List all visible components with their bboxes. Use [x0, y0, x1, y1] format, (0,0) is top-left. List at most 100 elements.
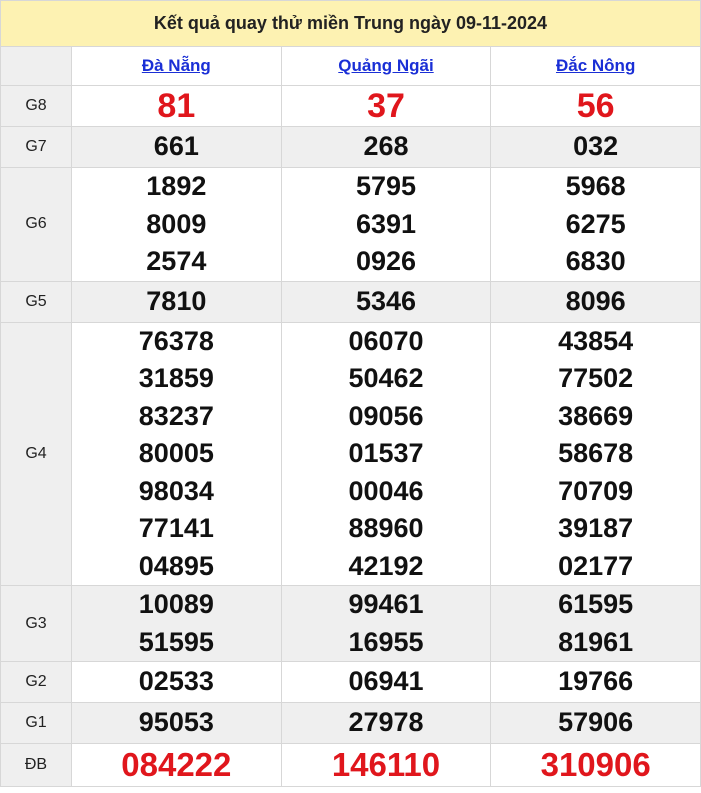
- prize-number: 57906: [558, 707, 634, 738]
- prize-row-g4: G4 76378 31859 83237 80005 98034 77141 0…: [0, 321, 701, 586]
- prize-cell: 310906: [490, 743, 701, 787]
- prize-label: G1: [0, 702, 72, 744]
- prize-number: 268: [363, 131, 409, 162]
- prize-cell: 084222: [71, 743, 282, 787]
- prize-number: 04895: [138, 550, 214, 581]
- prize-number: 37: [367, 87, 405, 125]
- prize-cell: 99461 16955: [280, 585, 492, 662]
- prize-number: 6830: [565, 246, 626, 276]
- prize-cell: 56: [490, 85, 701, 127]
- prize-number: 39187: [558, 513, 634, 543]
- prize-label: G6: [0, 167, 72, 282]
- prize-number: 83237: [138, 400, 214, 431]
- prize-number: 38669: [558, 400, 634, 431]
- prize-cell: 5795 6391 0926: [280, 167, 492, 282]
- prize-row-g7: G7 661 268 032: [0, 126, 701, 168]
- prize-number: 81: [157, 87, 196, 125]
- prize-row-special: ĐB 084222 146110 310906: [0, 743, 701, 787]
- prize-number: 50462: [348, 363, 424, 393]
- prize-number: 661: [153, 131, 199, 162]
- prize-row-g3: G3 10089 51595 99461 16955 61595 81961: [0, 585, 701, 662]
- prize-row-g2: G2 02533 06941 19766: [0, 661, 701, 703]
- prize-number: 6391: [355, 208, 417, 239]
- prize-number: 58678: [558, 438, 634, 468]
- prize-number: 06070: [348, 325, 424, 356]
- prize-cell: 146110: [280, 743, 492, 787]
- prize-label: G2: [0, 661, 72, 703]
- province-header: Quảng Ngãi: [280, 46, 492, 86]
- prize-cell: 27978: [280, 702, 492, 744]
- prize-number: 80005: [138, 438, 214, 468]
- title-row: Kết quả quay thử miền Trung ngày 09-11-2…: [0, 0, 701, 47]
- prize-cell: 1892 8009 2574: [71, 167, 282, 282]
- province-link-dac-nong[interactable]: Đắc Nông: [556, 56, 635, 75]
- prize-number: 88960: [348, 513, 424, 543]
- prize-number: 99461: [348, 589, 424, 619]
- prize-number: 7810: [146, 285, 207, 316]
- prize-number: 43854: [558, 325, 634, 356]
- prize-label: G3: [0, 585, 72, 662]
- prize-number: 5346: [355, 285, 417, 316]
- prize-number: 02177: [558, 550, 634, 581]
- prize-number: 06941: [348, 666, 424, 697]
- prize-number: 1892: [146, 171, 207, 201]
- prize-label: ĐB: [0, 743, 72, 787]
- lottery-results-table: Kết quả quay thử miền Trung ngày 09-11-2…: [0, 0, 701, 787]
- prize-number: 70709: [558, 475, 634, 506]
- prize-number: 76378: [138, 325, 214, 356]
- prize-number: 95053: [138, 707, 214, 738]
- prize-number: 42192: [348, 550, 424, 581]
- header-corner: [0, 46, 72, 86]
- prize-cell: 8096: [490, 280, 701, 323]
- prize-label: G5: [0, 280, 72, 323]
- prize-number: 19766: [558, 666, 634, 697]
- prize-number: 16955: [348, 626, 424, 657]
- prize-label: G8: [0, 85, 72, 127]
- prize-row-g1: G1 95053 27978 57906: [0, 702, 701, 744]
- prize-cell: 19766: [490, 661, 701, 703]
- prize-row-g6: G6 1892 8009 2574 5795 6391 0926 5968 62…: [0, 167, 701, 282]
- page-title: Kết quả quay thử miền Trung ngày 09-11-2…: [0, 0, 701, 47]
- prize-row-g5: G5 7810 5346 8096: [0, 280, 701, 323]
- province-header: Đà Nẵng: [71, 46, 282, 86]
- prize-cell: 95053: [71, 702, 282, 744]
- prize-cell: 81: [71, 85, 282, 127]
- prize-cell: 57906: [490, 702, 701, 744]
- prize-number: 27978: [348, 707, 424, 738]
- prize-number: 31859: [138, 363, 214, 393]
- prize-cell: 76378 31859 83237 80005 98034 77141 0489…: [71, 321, 282, 586]
- prize-cell: 43854 77502 38669 58678 70709 39187 0217…: [490, 321, 701, 586]
- prize-cell: 5968 6275 6830: [490, 167, 701, 282]
- province-header-row: Đà Nẵng Quảng Ngãi Đắc Nông: [0, 46, 701, 86]
- special-prize-number: 310906: [540, 746, 651, 783]
- prize-number: 56: [576, 87, 615, 125]
- prize-number: 2574: [146, 246, 207, 276]
- prize-label: G7: [0, 126, 72, 168]
- prize-number: 00046: [348, 475, 424, 506]
- prize-number: 6275: [565, 208, 626, 239]
- prize-row-g8: G8 81 37 56: [0, 85, 701, 127]
- prize-number: 5968: [565, 171, 626, 201]
- prize-cell: 06070 50462 09056 01537 00046 88960 4219…: [280, 321, 492, 586]
- prize-number: 98034: [138, 475, 214, 506]
- province-link-quang-ngai[interactable]: Quảng Ngãi: [338, 56, 433, 75]
- prize-cell: 10089 51595: [71, 585, 282, 662]
- prize-cell: 37: [280, 85, 492, 127]
- prize-number: 09056: [348, 400, 424, 431]
- prize-number: 77141: [138, 513, 214, 543]
- province-link-da-nang[interactable]: Đà Nẵng: [142, 56, 211, 75]
- prize-number: 61595: [558, 589, 634, 619]
- prize-cell: 268: [280, 126, 492, 168]
- prize-cell: 5346: [280, 280, 492, 323]
- prize-cell: 61595 81961: [490, 585, 701, 662]
- prize-number: 77502: [558, 363, 634, 393]
- special-prize-number: 084222: [121, 746, 232, 783]
- prize-number: 8096: [565, 285, 626, 316]
- prize-number: 0926: [355, 246, 417, 276]
- prize-label: G4: [0, 321, 72, 586]
- prize-number: 51595: [138, 626, 214, 657]
- prize-number: 02533: [138, 666, 214, 697]
- special-prize-number: 146110: [331, 746, 441, 783]
- prize-number: 81961: [558, 626, 634, 657]
- prize-number: 10089: [138, 589, 214, 619]
